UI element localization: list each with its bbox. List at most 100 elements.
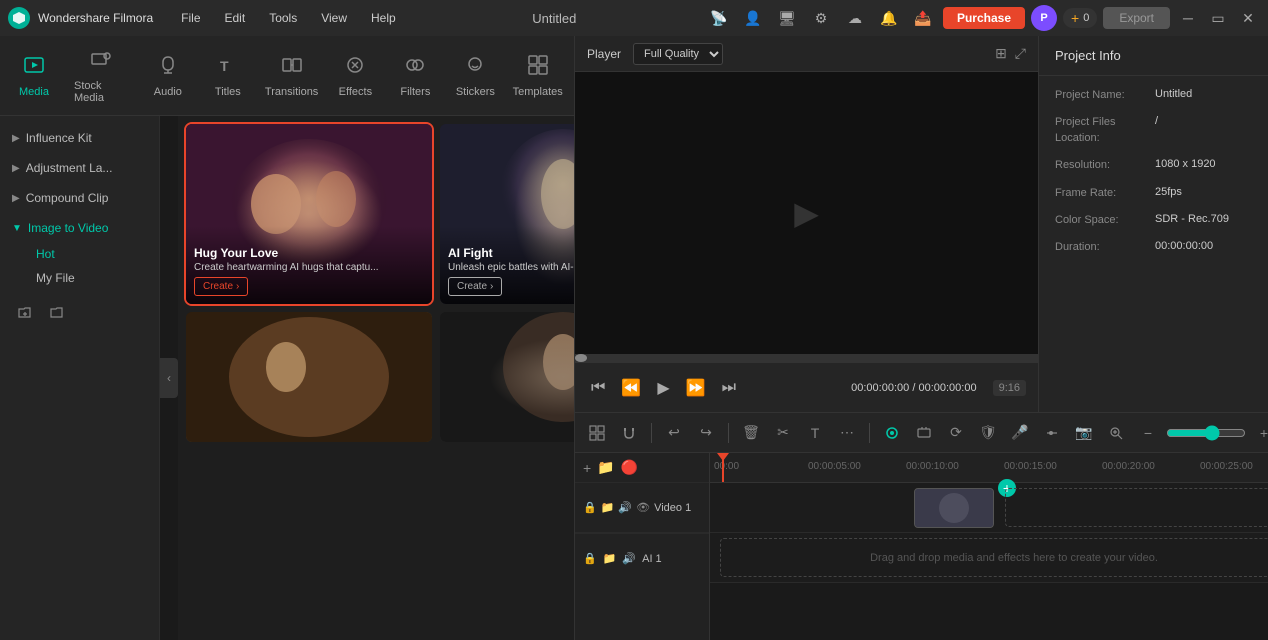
add-media-icon[interactable]: 📁 [597, 459, 614, 476]
track-volume-icon[interactable]: 🔊 [618, 501, 632, 514]
sidebar-collapse-button[interactable]: ‹ [160, 358, 178, 398]
menu-file[interactable]: File [173, 7, 208, 29]
tab-filters-label: Filters [400, 86, 430, 98]
media-card-4[interactable] [440, 312, 574, 442]
account-icon[interactable]: 👤 [739, 4, 767, 32]
stabilize-button[interactable] [910, 419, 938, 447]
layout-toggle-button[interactable] [583, 419, 611, 447]
maximize-button[interactable]: ▭ [1206, 6, 1230, 30]
tab-titles[interactable]: T Titles [198, 46, 258, 106]
new-folder-icon[interactable] [12, 300, 38, 326]
zoom-out-icon[interactable]: − [1134, 419, 1162, 447]
media-card-hug-your-love[interactable]: Hug Your Love Create heartwarming AI hug… [186, 124, 432, 304]
import-icon[interactable] [44, 300, 70, 326]
audio-mix-button[interactable] [1038, 419, 1066, 447]
magnet-button[interactable] [615, 419, 643, 447]
sidebar-item-adjustment[interactable]: ▶ Adjustment La... [0, 154, 159, 182]
purchase-button[interactable]: Purchase [943, 7, 1025, 29]
create-button-fight[interactable]: Create › [448, 277, 502, 296]
tab-effects-label: Effects [339, 86, 372, 98]
step-back-icon[interactable]: ⏪ [617, 374, 645, 402]
left-content: ▶ Influence Kit ▶ Adjustment La... ▶ Com… [0, 116, 574, 640]
undo-button[interactable]: ↩ [660, 419, 688, 447]
fullscreen-icon[interactable]: ⤢ [1015, 45, 1026, 62]
reverse-button[interactable]: ⟳ [942, 419, 970, 447]
zoom-in-button[interactable] [1102, 419, 1130, 447]
tab-effects[interactable]: Effects [325, 46, 385, 106]
delete-button[interactable]: 🗑 [737, 419, 765, 447]
track-eye-icon[interactable]: 👁 [636, 501, 650, 514]
coin-icon: + [1071, 10, 1079, 26]
grid-view-icon[interactable]: ⊞ [995, 45, 1007, 62]
mic-button[interactable]: 🎤 [1006, 419, 1034, 447]
time-display: 00:00:00:00 / 00:00:00:00 [851, 382, 976, 394]
text-button[interactable]: T [801, 419, 829, 447]
quality-select[interactable]: Full Quality 1/2 Quality 1/4 Quality [633, 43, 723, 65]
export-button[interactable]: Export [1103, 7, 1170, 29]
screen-record-icon[interactable]: 🖥 [773, 4, 801, 32]
card-thumbnail-4 [440, 312, 574, 442]
media-grid-row-2 [186, 312, 566, 442]
share-icon[interactable]: 📤 [909, 4, 937, 32]
cloud-icon[interactable]: ☁ [841, 4, 869, 32]
tracking-button[interactable] [878, 419, 906, 447]
tab-templates[interactable]: Templates [505, 46, 570, 106]
menu-view[interactable]: View [313, 7, 355, 29]
tab-media[interactable]: Media [4, 46, 64, 106]
settings-icon[interactable]: ⚙ [807, 4, 835, 32]
tab-stickers[interactable]: Stickers [445, 46, 505, 106]
zoom-slider[interactable] [1166, 425, 1246, 441]
player-timeline-bar[interactable] [575, 354, 1038, 362]
sidebar-subitem-myfile[interactable]: My File [24, 266, 159, 290]
card-label-fight: AI Fight Unleash epic battles with AI-po… [440, 226, 574, 304]
zoom-in-icon[interactable]: + [1250, 419, 1268, 447]
create-label-hug: Create [203, 281, 233, 292]
skip-forward-icon[interactable]: ⏭ [718, 375, 740, 401]
profile-avatar[interactable]: P [1031, 5, 1057, 31]
media-card-3[interactable] [186, 312, 432, 442]
create-button-hug[interactable]: Create › [194, 277, 248, 296]
skip-back-icon[interactable]: ⏮ [587, 375, 609, 401]
snapshot-button[interactable]: 📷 [1070, 419, 1098, 447]
sidebar-item-image-to-video[interactable]: ▼ Image to Video [0, 214, 159, 242]
bell-icon[interactable]: 🔔 [875, 4, 903, 32]
close-button[interactable]: ✕ [1236, 6, 1260, 30]
sidebar-item-compound-clip[interactable]: ▶ Compound Clip [0, 184, 159, 212]
card-desc-fight: Unleash epic battles with AI-power... [448, 262, 574, 273]
tab-stock-media[interactable]: Stock Media [64, 40, 138, 112]
track-folder-icon-a1[interactable]: 📁 [603, 552, 617, 565]
cut-button[interactable]: ✂ [769, 419, 797, 447]
tab-transitions[interactable]: Transitions [258, 46, 326, 106]
notification-icon[interactable]: 📡 [705, 4, 733, 32]
track-folder-icon[interactable]: 📁 [601, 501, 615, 514]
playhead[interactable] [722, 453, 724, 482]
sidebar-subitem-hot[interactable]: Hot [24, 242, 159, 266]
more-button[interactable]: ⋯ [833, 419, 861, 447]
step-forward-icon[interactable]: ⏩ [682, 374, 710, 402]
add-audio-icon[interactable]: 🔴 [621, 459, 638, 476]
media-card-ai-fight[interactable]: AI Fight Unleash epic battles with AI-po… [440, 124, 574, 304]
redo-button[interactable]: ↪ [692, 419, 720, 447]
menu-tools[interactable]: Tools [261, 7, 305, 29]
timeline-tracks: 00:00 00:00:05:00 00:00:10:00 00:00:15:0… [710, 453, 1268, 640]
info-value-framerate: 25fps [1155, 186, 1182, 201]
sidebar-item-influence-kit[interactable]: ▶ Influence Kit [0, 124, 159, 152]
timeline-ruler: 00:00 00:00:05:00 00:00:10:00 00:00:15:0… [710, 453, 1268, 483]
minimize-button[interactable]: ─ [1176, 6, 1200, 30]
add-track-icon[interactable]: + [583, 460, 591, 476]
tab-audio[interactable]: Audio [138, 46, 198, 106]
tab-filters[interactable]: Filters [385, 46, 445, 106]
play-icon[interactable]: ▶ [653, 374, 673, 402]
video-clip[interactable] [914, 488, 994, 528]
titlebar-right: 📡 👤 🖥 ⚙ ☁ 🔔 📤 Purchase P + 0 Export ─ ▭ … [705, 4, 1260, 32]
menu-edit[interactable]: Edit [217, 7, 254, 29]
shield-button[interactable]: 🛡 [974, 419, 1002, 447]
track-lock-icon[interactable]: 🔒 [583, 501, 597, 514]
sidebar-label-image-to-video: Image to Video [28, 221, 109, 235]
track-volume-icon-a1[interactable]: 🔊 [622, 552, 636, 565]
track-lock-icon-a1[interactable]: 🔒 [583, 552, 597, 565]
player-progress-handle[interactable] [575, 354, 587, 362]
menu-help[interactable]: Help [363, 7, 404, 29]
info-label-duration: Duration: [1055, 240, 1155, 255]
info-value-location: / [1155, 115, 1158, 146]
